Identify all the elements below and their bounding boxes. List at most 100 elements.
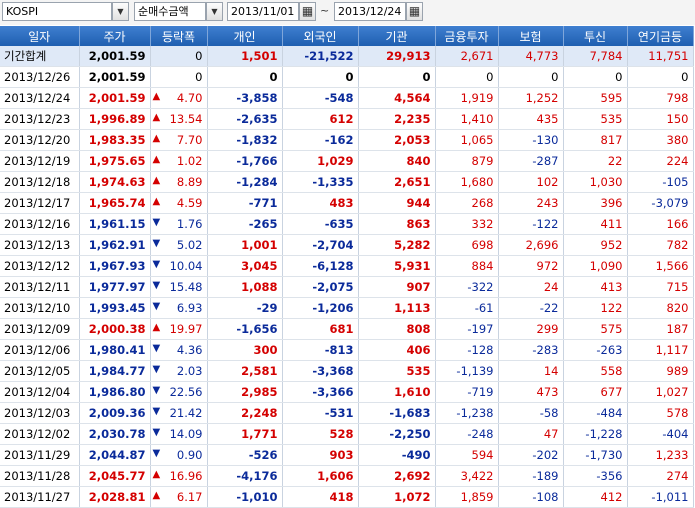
table-row[interactable]: 2013/12/18 1,974.63 ▲ 8.89 -1,284 -1,335 2,651… [0,171,694,193]
col-header-trust[interactable]: 투신 [563,26,628,46]
metric-select[interactable]: 순매수금액 [134,2,206,21]
change-value: 0.90 [176,448,203,462]
date-to-input[interactable]: 2013/12/24 [334,2,406,21]
insurance-cell: -287 [498,150,564,172]
foreign-cell: 612 [282,108,359,130]
change-value: 16.96 [169,469,203,483]
col-header-individual[interactable]: 개인 [207,26,283,46]
table-row[interactable]: 2013/12/04 1,986.80 ▼ 22.56 2,985 -3,366 1,610… [0,381,694,403]
table-row[interactable]: 2013/12/09 2,000.38 ▲ 19.97 -1,656 681 808 -197… [0,318,694,340]
change-value: 2.03 [176,364,203,378]
table-row[interactable]: 2013/12/03 2,009.36 ▼ 21.42 2,248 -531 -1,683-… [0,402,694,424]
change-cell: ▲ 19.97 [150,318,208,340]
summary-row[interactable]: 기간합계 2,001.59 0 1,501 -21,522 29,913 2,671 4,77… [0,46,694,67]
table-row[interactable]: 2013/12/02 2,030.78 ▼ 14.09 1,771 528 -2,250 -2… [0,423,694,445]
date-cell: 2013/12/04 [0,381,80,403]
col-header-pension[interactable]: 연기금등 [627,26,694,46]
table-row[interactable]: 2013/12/16 1,961.15 ▼ 1.76 -265 -635 863 332 -12… [0,213,694,235]
individual-cell: -526 [207,444,283,466]
change-cell: ▼ 4.36 [150,339,208,361]
pension-cell: 150 [627,108,694,130]
table-row[interactable]: 2013/12/26 2,001.59 0 0 0 0 0 0 0 0 [0,66,694,88]
col-header-financial-investment[interactable]: 금융투자 [435,26,499,46]
triangle-up-icon: ▲ [152,196,161,207]
price-cell: 2,001.59 [79,87,151,109]
metric-dropdown-button[interactable]: ▼ [206,2,223,21]
foreign-cell: -1,335 [282,171,359,193]
market-select[interactable]: KOSPI [2,2,112,21]
financial-investment-cell: 884 [435,255,499,277]
date-from-input[interactable]: 2013/11/01 [227,2,299,21]
date-cell: 2013/12/17 [0,192,80,214]
financial-investment-cell: 268 [435,192,499,214]
change-value: 5.02 [176,238,203,252]
trust-cell: 952 [563,234,628,256]
table-row[interactable]: 2013/12/19 1,975.65 ▲ 1.02 -1,766 1,029 840 879… [0,150,694,172]
institution-cell: 1,610 [358,381,436,403]
triangle-down-icon: ▼ [152,259,161,270]
table-row[interactable]: 2013/12/12 1,967.93 ▼ 10.04 3,045 -6,128 5,931… [0,255,694,277]
price-cell: 1,961.15 [79,213,151,235]
institution-cell: 2,692 [358,465,436,487]
table-row[interactable]: 2013/11/27 2,028.81 ▲ 6.17 -1,010 418 1,072 1,8… [0,486,694,508]
col-header-foreign[interactable]: 외국인 [282,26,359,46]
date-cell: 기간합계 [0,46,80,67]
foreign-cell: -162 [282,129,359,151]
price-cell: 2,030.78 [79,423,151,445]
insurance-cell: -58 [498,402,564,424]
col-header-price[interactable]: 주가 [79,26,151,46]
insurance-cell: -122 [498,213,564,235]
triangle-down-icon: ▼ [152,343,161,354]
change-cell: ▲ 7.70 [150,129,208,151]
table-row[interactable]: 2013/12/11 1,977.97 ▼ 15.48 1,088 -2,075 907 -3… [0,276,694,298]
change-cell: ▼ 10.04 [150,255,208,277]
col-header-date[interactable]: 일자 [0,26,80,46]
col-header-insurance[interactable]: 보험 [498,26,564,46]
date-from-calendar-button[interactable]: ▦ [299,2,316,21]
triangle-down-icon: ▼ [152,385,161,396]
market-dropdown-button[interactable]: ▼ [112,2,129,21]
individual-cell: 1,001 [207,234,283,256]
table-row[interactable]: 2013/12/24 2,001.59 ▲ 4.70 -3,858 -548 4,564 1,… [0,87,694,109]
trust-cell: 0 [563,66,628,88]
change-value: 0 [195,49,203,63]
pension-cell: -3,079 [627,192,694,214]
table-row[interactable]: 2013/12/23 1,996.89 ▲ 13.54 -2,635 612 2,235 1,… [0,108,694,130]
individual-cell: 1,088 [207,276,283,298]
change-value: 7.70 [176,133,203,147]
date-cell: 2013/12/03 [0,402,80,424]
change-cell: ▼ 21.42 [150,402,208,424]
table-row[interactable]: 2013/11/29 2,044.87 ▼ 0.90 -526 903 -490 594 -20… [0,444,694,466]
col-header-change[interactable]: 등락폭 [150,26,208,46]
change-cell: ▲ 1.02 [150,150,208,172]
price-cell: 2,000.38 [79,318,151,340]
trust-cell: -263 [563,339,628,361]
col-header-institution[interactable]: 기관 [358,26,436,46]
change-value: 4.36 [176,343,203,357]
table-row[interactable]: 2013/12/13 1,962.91 ▼ 5.02 1,001 -2,704 5,282 6… [0,234,694,256]
institution-cell: 2,651 [358,171,436,193]
pension-cell: 798 [627,87,694,109]
insurance-cell: 1,252 [498,87,564,109]
table-row[interactable]: 2013/12/20 1,983.35 ▲ 7.70 -1,832 -162 2,053 1,… [0,129,694,151]
insurance-cell: 299 [498,318,564,340]
table-row[interactable]: 2013/12/05 1,984.77 ▼ 2.03 2,581 -3,368 535 -1,… [0,360,694,382]
table-row[interactable]: 2013/12/06 1,980.41 ▼ 4.36 300 -813 406 -128 -28… [0,339,694,361]
change-cell: 0 [150,46,208,67]
individual-cell: 2,581 [207,360,283,382]
individual-cell: 1,771 [207,423,283,445]
price-cell: 2,044.87 [79,444,151,466]
date-cell: 2013/11/29 [0,444,80,466]
insurance-cell: -189 [498,465,564,487]
price-cell: 1,980.41 [79,339,151,361]
date-cell: 2013/12/09 [0,318,80,340]
table-row[interactable]: 2013/11/28 2,045.77 ▲ 16.96 -4,176 1,606 2,692… [0,465,694,487]
pension-cell: 1,117 [627,339,694,361]
date-to-calendar-button[interactable]: ▦ [406,2,423,21]
insurance-cell: 14 [498,360,564,382]
table-row[interactable]: 2013/12/17 1,965.74 ▲ 4.59 -771 483 944 268 243 3… [0,192,694,214]
insurance-cell: 24 [498,276,564,298]
table-row[interactable]: 2013/12/10 1,993.45 ▼ 6.93 -29 -1,206 1,113 -61… [0,297,694,319]
change-value: 13.54 [169,112,203,126]
financial-investment-cell: -719 [435,381,499,403]
